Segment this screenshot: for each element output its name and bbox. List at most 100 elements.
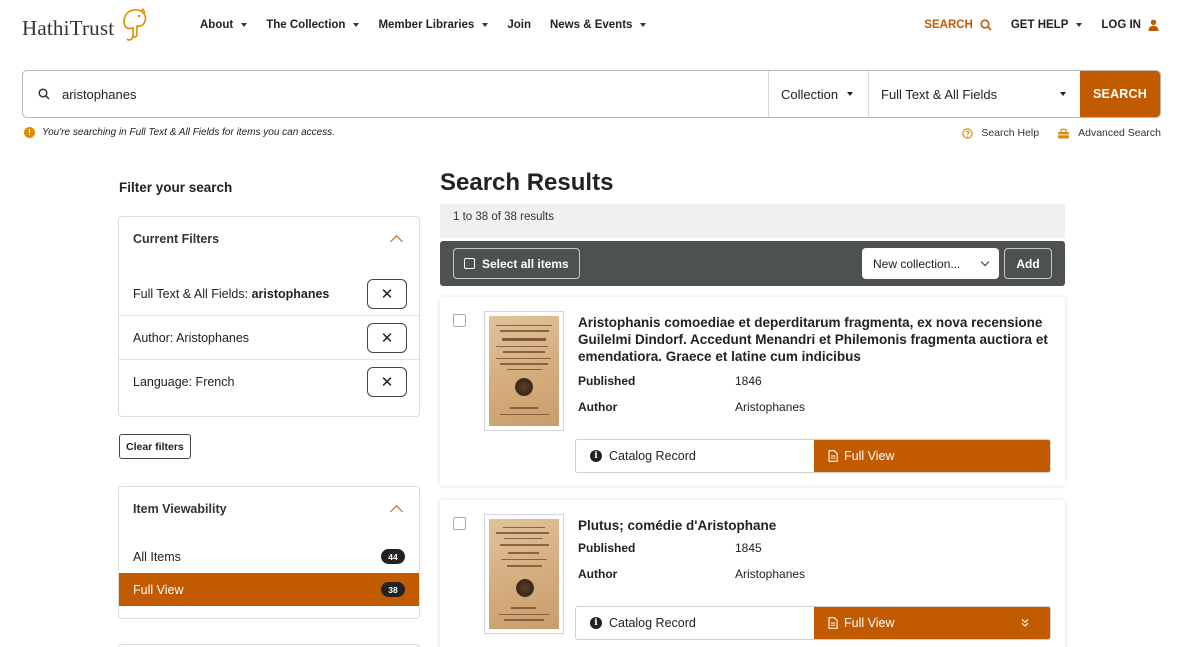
cover-text-line xyxy=(507,552,540,554)
nav-news-events-label: News & Events xyxy=(549,19,633,31)
results-count: 1 to 38 of 38 results xyxy=(440,204,1065,238)
current-filters-header[interactable]: Current Filters xyxy=(119,217,419,261)
cover-text-line xyxy=(510,407,538,409)
header-search-label: SEARCH xyxy=(924,19,973,31)
main-nav: About The Collection Member Libraries Jo… xyxy=(200,19,665,31)
nav-news-events[interactable]: News & Events xyxy=(549,19,647,31)
login-link[interactable]: LOG IN xyxy=(1101,19,1159,31)
full-view-button[interactable]: Full View xyxy=(814,607,1050,639)
nav-member-libraries-label: Member Libraries xyxy=(378,19,475,31)
site-logo[interactable]: HathiTrust xyxy=(22,7,150,47)
document-icon xyxy=(828,450,838,462)
item-viewability-heading: Item Viewability xyxy=(133,502,227,516)
results-toolbar: Select all items New collection... Add xyxy=(440,241,1065,286)
collection-select[interactable]: New collection... xyxy=(862,248,999,279)
chevron-down-icon xyxy=(980,257,990,267)
search-help-links: Search Help Advanced Search xyxy=(944,127,1161,139)
filter-item: Language: French ✕ xyxy=(119,360,419,404)
filter-item: Full Text & All Fields: aristophanes ✕ xyxy=(119,272,419,316)
search-button[interactable]: SEARCH xyxy=(1080,71,1160,117)
remove-filter-button[interactable]: ✕ xyxy=(367,322,407,353)
cover-text-line xyxy=(501,338,547,341)
advanced-search-label: Advanced Search xyxy=(1078,127,1161,139)
filter-item-prefix: Full Text & All Fields: xyxy=(133,286,249,301)
checkbox-icon xyxy=(464,258,475,269)
cover-text-line xyxy=(499,544,549,546)
meta-value: Aristophanes xyxy=(735,400,806,414)
get-help-menu[interactable]: GET HELP xyxy=(1011,19,1083,31)
full-view-label: Full View xyxy=(844,449,895,463)
viewability-option-all-items[interactable]: All Items 44 xyxy=(119,540,419,573)
nav-the-collection[interactable]: The Collection xyxy=(266,19,360,31)
filter-item-label: Language: French xyxy=(133,375,235,389)
book-cover-image xyxy=(489,519,559,629)
search-field-select[interactable]: Full Text & All Fields xyxy=(868,71,1080,117)
filter-item: Author: Aristophanes ✕ xyxy=(119,316,419,360)
result-published: Published 1846 xyxy=(578,374,762,388)
header-search-link[interactable]: SEARCH xyxy=(924,19,992,31)
full-view-button[interactable]: Full View xyxy=(814,440,1050,472)
add-to-collection-button[interactable]: Add xyxy=(1004,248,1052,279)
viewability-option-label: Full View xyxy=(133,582,184,597)
filter-item-label: Author: Aristophanes xyxy=(133,330,250,345)
caret-down-icon xyxy=(640,23,647,27)
meta-label: Author xyxy=(578,567,618,581)
search-form: Collection Full Text & All Fields SEARCH xyxy=(22,70,1161,118)
result-published: Published 1845 xyxy=(578,541,762,555)
cover-text-line xyxy=(498,613,550,616)
search-input[interactable] xyxy=(62,86,662,102)
remove-filter-button[interactable]: ✕ xyxy=(367,278,407,309)
document-icon xyxy=(828,617,838,629)
nav-join-label: Join xyxy=(507,19,531,31)
site-header: HathiTrust About The Collection Member L… xyxy=(0,0,1185,56)
search-icon xyxy=(980,19,992,31)
item-viewability-header[interactable]: Item Viewability xyxy=(119,487,419,531)
caret-down-icon xyxy=(1076,23,1083,27)
book-cover-thumbnail[interactable] xyxy=(484,311,564,431)
caret-down-icon xyxy=(1060,92,1066,96)
result-title[interactable]: Plutus; comédie d'Aristophane xyxy=(578,517,1048,534)
cover-text-line xyxy=(496,345,548,348)
cover-text-line xyxy=(504,537,543,540)
meta-label: Published xyxy=(578,541,636,555)
book-cover-thumbnail[interactable] xyxy=(484,514,564,634)
catalog-record-button[interactable]: i Catalog Record xyxy=(576,440,814,472)
search-notice: ! You're searching in Full Text & All Fi… xyxy=(24,127,335,138)
filter-sidebar-title: Filter your search xyxy=(119,180,233,195)
search-query-wrap xyxy=(23,71,768,117)
catalog-record-button[interactable]: i Catalog Record xyxy=(576,607,814,639)
caret-down-icon xyxy=(241,23,248,27)
search-scope-select[interactable]: Collection xyxy=(768,71,868,117)
select-all-button[interactable]: Select all items xyxy=(453,248,580,279)
viewability-option-full-view[interactable]: Full View 38 xyxy=(119,573,419,606)
nav-about-label: About xyxy=(200,19,234,31)
full-view-label: Full View xyxy=(844,616,895,630)
chevron-up-icon xyxy=(390,504,403,518)
cover-text-line xyxy=(499,330,549,332)
nav-about[interactable]: About xyxy=(200,19,248,31)
search-help-label: Search Help xyxy=(981,127,1040,139)
cover-text-line xyxy=(496,532,549,534)
cover-emblem xyxy=(516,579,534,597)
filter-item-label: Full Text & All Fields: aristophanes xyxy=(133,287,329,301)
filter-item-value: aristophanes xyxy=(251,286,330,301)
elephant-logo-icon xyxy=(118,6,150,47)
count-badge: 38 xyxy=(381,582,405,597)
full-view-label-wrap: Full View xyxy=(828,616,894,630)
result-checkbox[interactable] xyxy=(453,314,466,327)
search-help-link[interactable]: Search Help xyxy=(962,127,1039,139)
nav-join[interactable]: Join xyxy=(507,19,531,31)
catalog-record-label: Catalog Record xyxy=(609,449,696,463)
current-filters-heading: Current Filters xyxy=(133,232,220,246)
advanced-search-link[interactable]: Advanced Search xyxy=(1057,127,1161,139)
meta-value: Aristophanes xyxy=(735,567,806,581)
cover-text-line xyxy=(503,619,545,621)
result-checkbox[interactable] xyxy=(453,517,466,530)
remove-filter-button[interactable]: ✕ xyxy=(367,367,407,397)
result-title[interactable]: Aristophanis comoediae et deperditarum f… xyxy=(578,314,1048,365)
cover-text-line xyxy=(506,565,542,567)
nav-member-libraries[interactable]: Member Libraries xyxy=(378,19,489,31)
clear-filters-button[interactable]: Clear filters xyxy=(119,434,191,459)
search-field-value: Full Text & All Fields xyxy=(881,86,998,102)
caret-down-icon xyxy=(847,92,854,96)
